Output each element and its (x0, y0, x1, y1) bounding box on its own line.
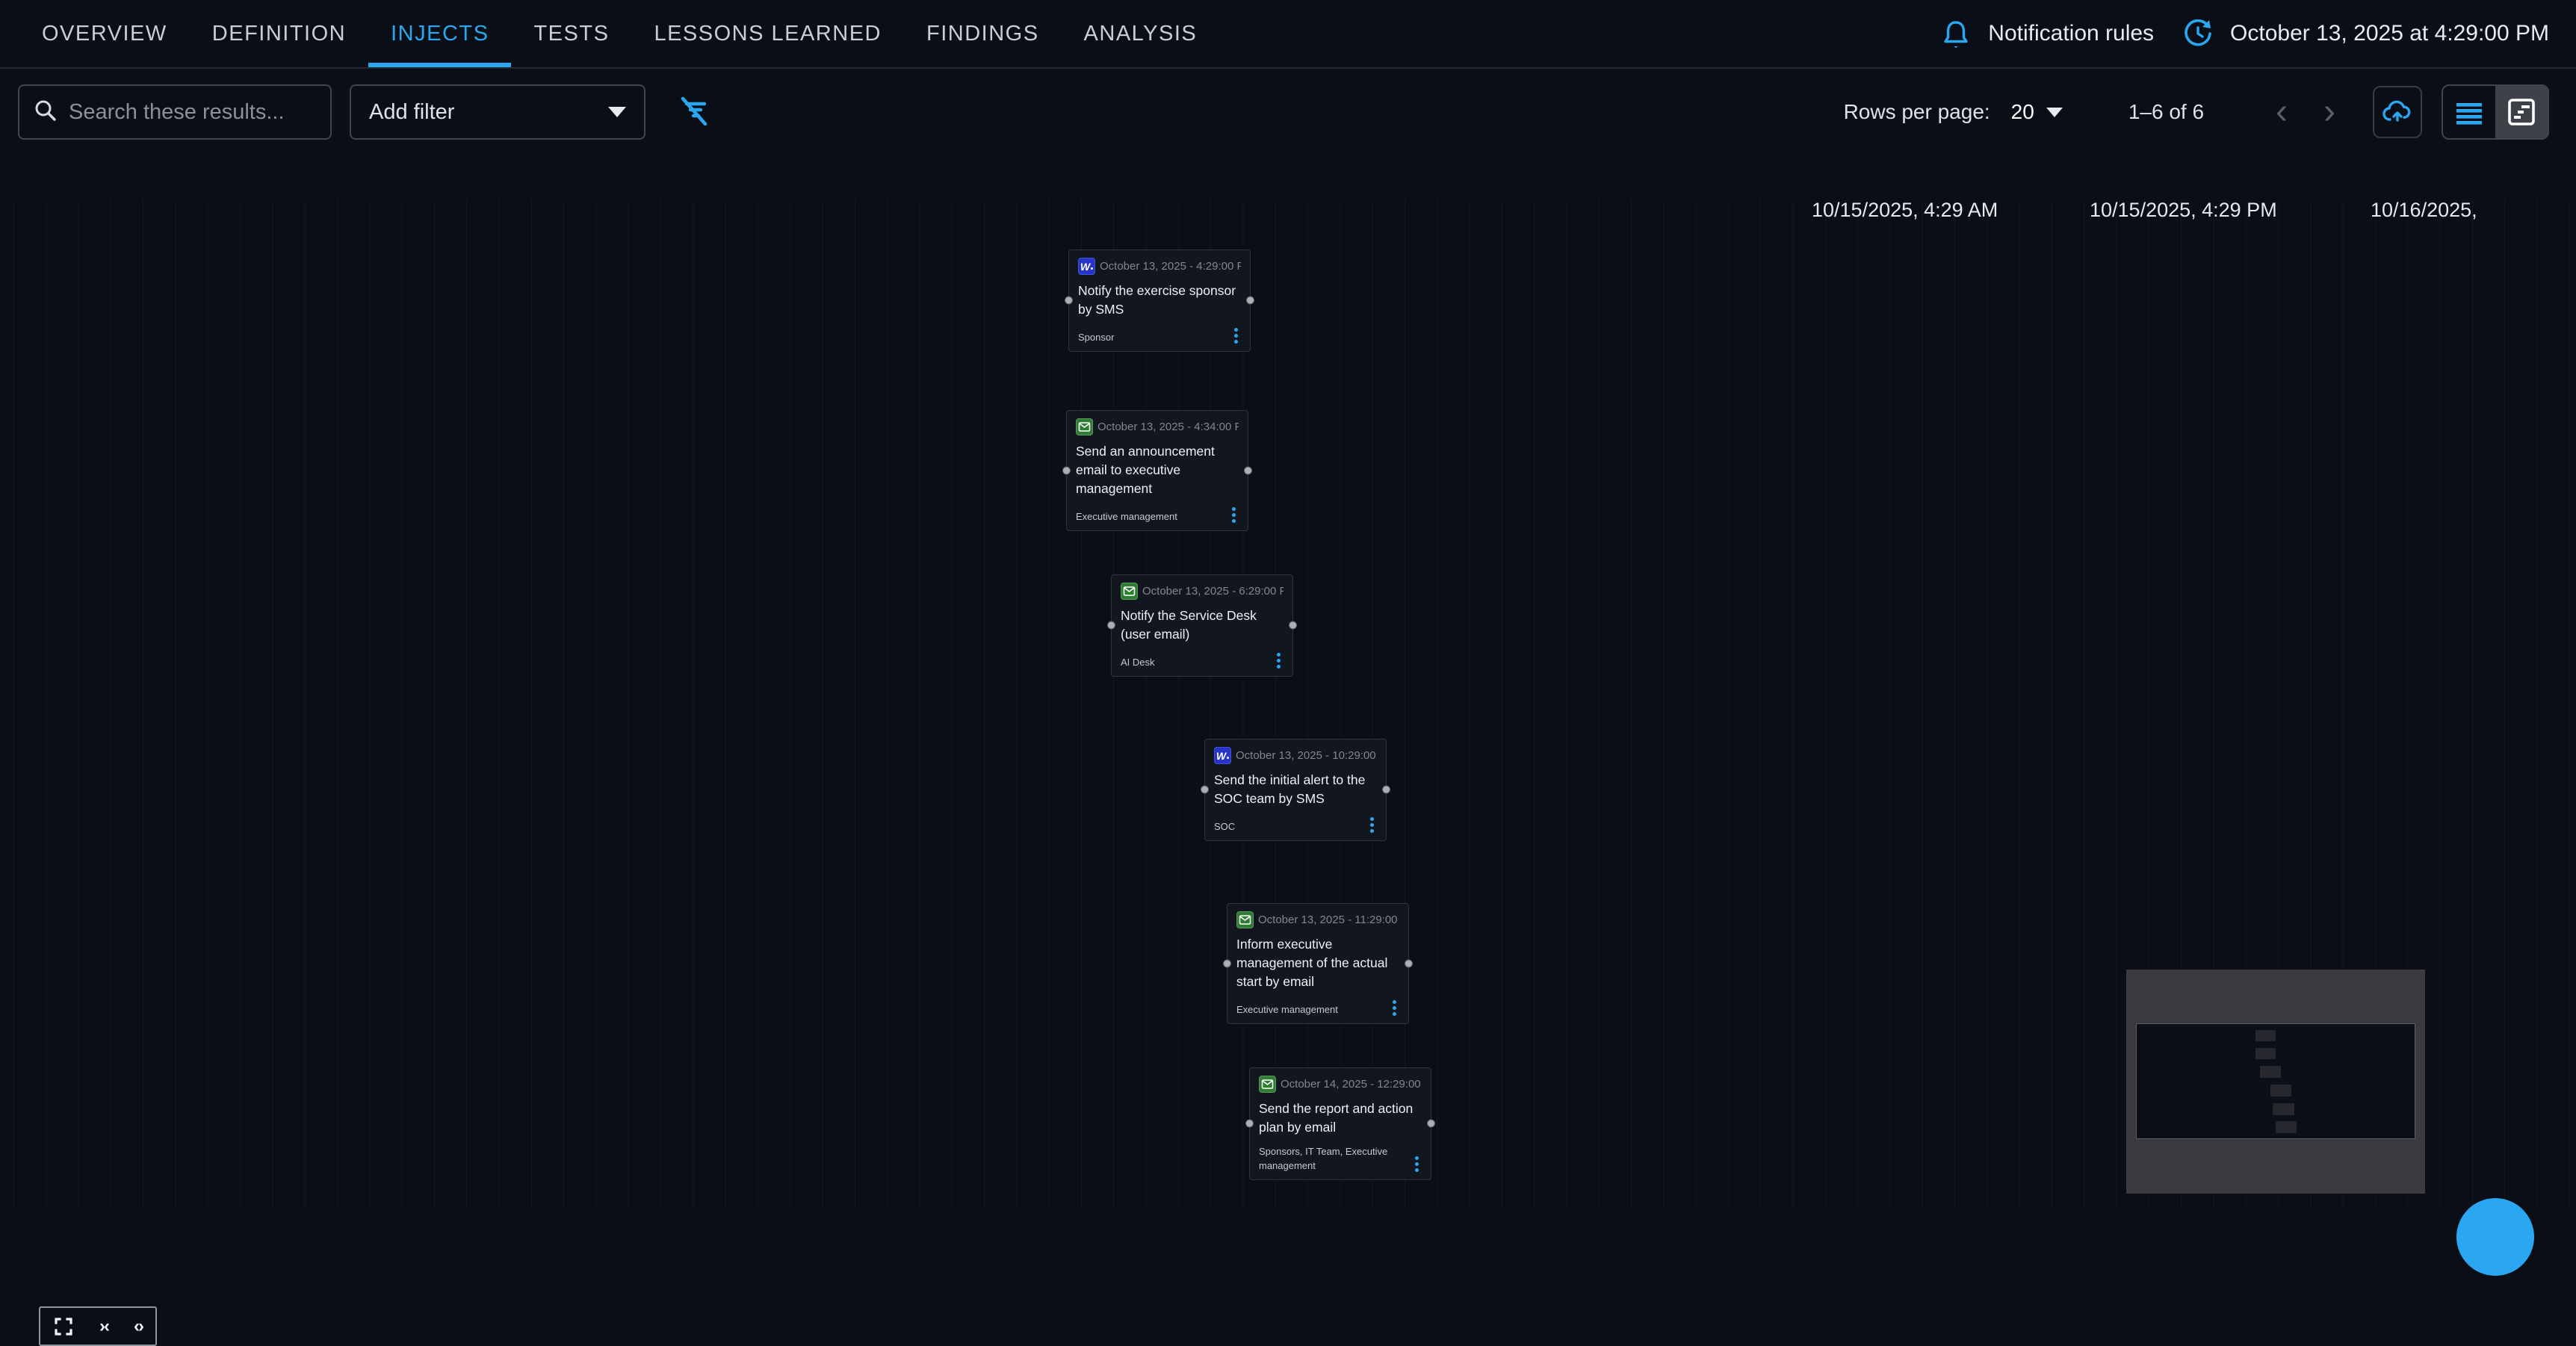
tab-findings[interactable]: FINDINGS (904, 0, 1062, 67)
inject-teams: Executive management (1236, 1002, 1344, 1017)
nav-tabs: OVERVIEWDEFINITIONINJECTSTESTSLESSONS LE… (19, 0, 1219, 67)
minimap-node (2273, 1103, 2294, 1115)
kebab-menu-icon[interactable] (1229, 506, 1239, 524)
inject-timestamp: October 13, 2025 - 6:29:00 PM (1142, 585, 1284, 598)
search-input[interactable] (69, 100, 317, 125)
inject-card[interactable]: October 13, 2025 - 4:34:00 PM Send an ann… (1066, 410, 1248, 531)
notification-rules-label[interactable]: Notification rules (1988, 21, 2154, 46)
notification-bell-icon[interactable] (1940, 18, 1972, 49)
inject-card[interactable]: W October 13, 2025 - 10:29:00 PM Send the … (1204, 739, 1387, 841)
list-view-toggle[interactable] (2443, 86, 2495, 138)
timeline-date-header: 10/15/2025, 4:29 PM (2090, 199, 2277, 222)
minimap-node (2276, 1121, 2297, 1133)
timeline-canvas[interactable]: 10/15/2025, 4:29 AM 10/15/2025, 4:29 PM 10… (0, 154, 2576, 1209)
timeline-view-toggle[interactable] (2495, 86, 2548, 138)
inject-title: Notify the exercise sponsor by SMS (1078, 282, 1241, 319)
inject-teams: Sponsor (1078, 330, 1120, 345)
tab-overview[interactable]: OVERVIEW (19, 0, 190, 67)
email-inject-icon (1259, 1076, 1276, 1093)
minimap-node (2270, 1085, 2291, 1097)
rows-per-page-select[interactable]: 20 (2011, 100, 2063, 124)
inject-title: Send an announcement email to executive … (1076, 442, 1239, 498)
clear-filters-icon[interactable] (674, 91, 713, 134)
current-datetime: October 13, 2025 at 4:29:00 PM (2230, 21, 2549, 46)
inject-timestamp: October 14, 2025 - 12:29:00 AM (1281, 1078, 1422, 1091)
connector-dot-left[interactable] (1062, 466, 1071, 474)
connector-dot-left[interactable] (1223, 959, 1231, 967)
filter-toolbar: Add filter Rows per page: 20 1–6 of 6 ‹ … (0, 70, 2576, 154)
email-inject-icon (1236, 911, 1254, 928)
connector-dot-right[interactable] (1427, 1120, 1435, 1128)
sms-inject-icon: W (1214, 747, 1231, 764)
inject-timestamp: October 13, 2025 - 4:34:00 PM (1097, 421, 1239, 433)
inject-teams: Executive management (1076, 509, 1183, 524)
connector-dot-left[interactable] (1245, 1120, 1254, 1128)
connector-dot-right[interactable] (1244, 466, 1252, 474)
minimap[interactable] (2126, 970, 2425, 1194)
kebab-menu-icon[interactable] (1390, 999, 1399, 1017)
connector-dot-right[interactable] (1289, 621, 1297, 630)
kebab-menu-icon[interactable] (1412, 1155, 1422, 1173)
previous-page-icon[interactable]: ‹ (2258, 94, 2306, 130)
topbar-right: Notification rules October 13, 2025 at 4… (1940, 18, 2576, 49)
connector-dot-left[interactable] (1065, 297, 1073, 305)
chevron-down-icon (2046, 108, 2063, 117)
tab-lessons-learned[interactable]: LESSONS LEARNED (631, 0, 904, 67)
flow-controls: ›‹ ‹› (39, 1306, 157, 1346)
minimap-node (2255, 1048, 2276, 1059)
inject-card[interactable]: October 14, 2025 - 12:29:00 AM Send the r… (1249, 1067, 1431, 1180)
connector-dot-left[interactable] (1107, 621, 1115, 630)
minimap-node (2255, 1030, 2276, 1041)
inject-card[interactable]: W October 13, 2025 - 4:29:00 PM Notify the… (1068, 249, 1251, 352)
timeline-date-header: 10/15/2025, 4:29 AM (1812, 199, 1998, 222)
toolbar-right: Rows per page: 20 1–6 of 6 ‹ › (1844, 84, 2549, 140)
inject-timestamp: October 13, 2025 - 4:29:00 PM (1100, 260, 1241, 273)
email-inject-icon (1076, 418, 1093, 435)
clock-update-icon[interactable] (2182, 18, 2214, 49)
floating-action-button[interactable] (2456, 1198, 2534, 1276)
kebab-menu-icon[interactable] (1274, 651, 1284, 670)
connector-dot-left[interactable] (1201, 786, 1209, 794)
inject-title: Notify the Service Desk (user email) (1121, 607, 1284, 644)
inject-timestamp: October 13, 2025 - 11:29:00 PM (1258, 914, 1399, 926)
kebab-menu-icon[interactable] (1231, 326, 1241, 345)
top-navigation-bar: OVERVIEWDEFINITIONINJECTSTESTSLESSONS LE… (0, 0, 2576, 69)
search-box[interactable] (18, 84, 332, 140)
minimap-node (2260, 1066, 2281, 1078)
connector-dot-right[interactable] (1405, 959, 1413, 967)
sms-inject-icon: W (1078, 258, 1095, 275)
email-inject-icon (1121, 583, 1138, 600)
inject-timestamp: October 13, 2025 - 10:29:00 PM (1236, 749, 1377, 762)
inject-title: Send the report and action plan by email (1259, 1100, 1422, 1137)
connector-dot-right[interactable] (1382, 786, 1390, 794)
tab-definition[interactable]: DEFINITION (190, 0, 368, 67)
inject-card[interactable]: October 13, 2025 - 6:29:00 PM Notify the … (1111, 574, 1293, 677)
tab-tests[interactable]: TESTS (511, 0, 631, 67)
inject-card[interactable]: October 13, 2025 - 11:29:00 PM Inform exe… (1227, 903, 1409, 1024)
add-filter-select[interactable]: Add filter (350, 84, 645, 140)
rows-per-page-label: Rows per page: (1844, 100, 1990, 124)
inject-title: Inform executive management of the actua… (1236, 935, 1399, 991)
tab-analysis[interactable]: ANALYSIS (1062, 0, 1220, 67)
inject-teams: Sponsors, IT Team, Executive management (1259, 1144, 1412, 1173)
next-page-icon[interactable]: › (2306, 94, 2353, 130)
fit-view-icon[interactable] (53, 1316, 74, 1337)
kebab-menu-icon[interactable] (1367, 816, 1377, 834)
pagination-range: 1–6 of 6 (2128, 100, 2204, 124)
inject-title: Send the initial alert to the SOC team b… (1214, 771, 1377, 808)
connector-dot-right[interactable] (1246, 297, 1254, 305)
expand-horizontal-icon[interactable]: ‹› (134, 1316, 143, 1337)
search-icon (33, 98, 58, 127)
export-upload-button[interactable] (2373, 86, 2422, 138)
view-toggle-group (2442, 84, 2549, 140)
collapse-horizontal-icon[interactable]: ›‹ (99, 1316, 108, 1337)
inject-teams: SOC (1214, 819, 1241, 834)
chevron-down-icon (608, 107, 626, 117)
tab-injects[interactable]: INJECTS (368, 0, 511, 67)
rows-per-page-value: 20 (2011, 100, 2034, 124)
timeline-date-header: 10/16/2025, (2371, 199, 2477, 222)
inject-teams: AI Desk (1121, 655, 1161, 670)
add-filter-label: Add filter (369, 100, 454, 125)
